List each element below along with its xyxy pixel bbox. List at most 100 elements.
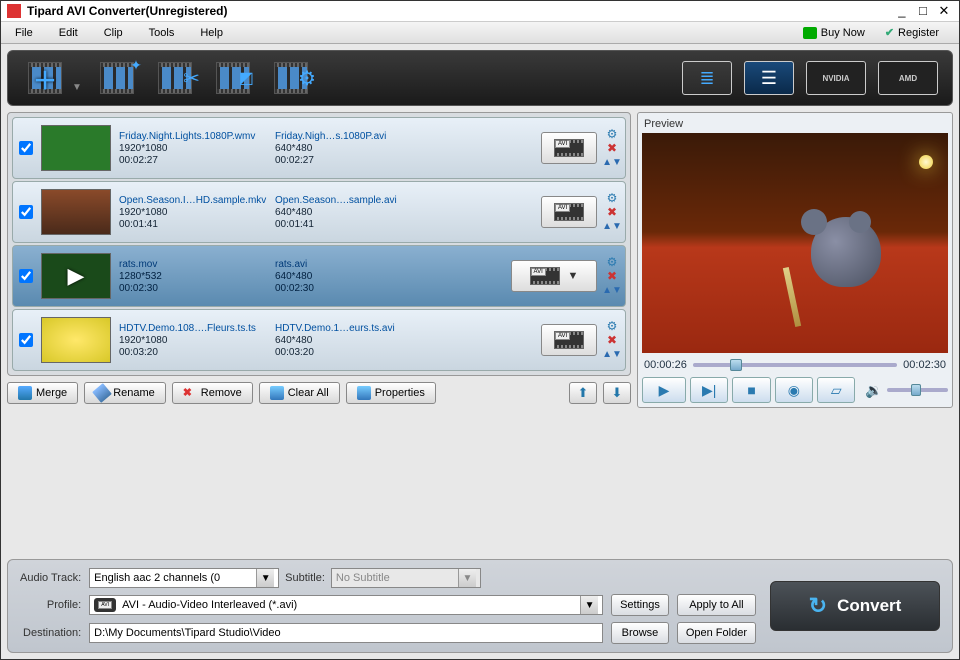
source-resolution: 1920*1080	[119, 143, 267, 154]
move-down-button[interactable]: ⬇	[603, 382, 631, 404]
properties-button[interactable]: Properties	[346, 382, 436, 404]
row-sort-button[interactable]: ▲▼	[605, 155, 619, 169]
output-format-button[interactable]: AVI	[541, 196, 597, 228]
buy-now-label: Buy Now	[821, 27, 865, 39]
output-format-button[interactable]: AVI ▼	[511, 260, 597, 292]
fullscreen-button[interactable]: ▱	[817, 377, 855, 403]
file-row[interactable]: ▶ rats.mov 1280*532 00:02:30 rats.avi 64…	[12, 245, 626, 307]
audio-track-select[interactable]: English aac 2 channels (0 ▼	[89, 568, 279, 588]
file-row[interactable]: Open.Season.I…HD.sample.mkv 1920*1080 00…	[12, 181, 626, 243]
preferences-button[interactable]: ⚙	[268, 59, 314, 97]
file-checkbox[interactable]	[19, 205, 33, 219]
menu-tools[interactable]: Tools	[145, 25, 197, 41]
preview-panel: Preview 00:00:26 00:02:30 ▶ ▶| ■ ◉ ▱ 🔉	[637, 112, 953, 553]
play-overlay-icon: ▶	[68, 263, 85, 289]
rename-button[interactable]: Rename	[84, 382, 166, 404]
merge-button[interactable]: Merge	[7, 382, 78, 404]
source-resolution: 1920*1080	[119, 335, 267, 346]
add-file-dropdown[interactable]: ▼	[72, 82, 82, 93]
output-format-button[interactable]: AVI	[541, 324, 597, 356]
view-detail-button[interactable]: ☰	[744, 61, 794, 95]
source-info: HDTV.Demo.108….Fleurs.ts.ts 1920*1080 00…	[119, 323, 267, 358]
source-filename: Open.Season.I…HD.sample.mkv	[119, 195, 267, 206]
row-sort-button[interactable]: ▲▼	[605, 347, 619, 361]
app-icon	[7, 4, 21, 18]
volume-thumb[interactable]	[911, 384, 921, 396]
x-icon: ✖	[183, 386, 197, 400]
profile-select[interactable]: AVI AVI - Audio-Video Interleaved (*.avi…	[89, 595, 603, 615]
video-area[interactable]	[642, 133, 948, 353]
seek-thumb[interactable]	[730, 359, 742, 371]
output-format-button[interactable]: AVI	[541, 132, 597, 164]
menu-file[interactable]: File	[11, 25, 55, 41]
snapshot-button[interactable]: ◉	[775, 377, 813, 403]
settings-button[interactable]: Settings	[611, 594, 669, 616]
row-delete-button[interactable]: ✖	[605, 205, 619, 219]
clear-all-button[interactable]: Clear All	[259, 382, 340, 404]
file-row[interactable]: Friday.Night.Lights.1080P.wmv 1920*1080 …	[12, 117, 626, 179]
row-delete-button[interactable]: ✖	[605, 333, 619, 347]
effects-button[interactable]: ✦	[94, 59, 140, 97]
app-window: Tipard AVI Converter(Unregistered) _ □ ✕…	[0, 0, 960, 660]
maximize-button[interactable]: □	[914, 3, 932, 18]
window-controls: _ □ ✕	[893, 3, 953, 19]
row-delete-button[interactable]: ✖	[605, 269, 619, 283]
view-list-button[interactable]: ≣	[682, 61, 732, 95]
menu-edit[interactable]: Edit	[55, 25, 100, 41]
row-settings-button[interactable]: ⚙	[605, 319, 619, 333]
convert-label: Convert	[837, 596, 901, 616]
player-controls: ▶ ▶| ■ ◉ ▱ 🔉	[642, 373, 948, 403]
seek-slider[interactable]	[693, 363, 897, 367]
menu-help[interactable]: Help	[196, 25, 245, 41]
move-up-button[interactable]: ⬆	[569, 382, 597, 404]
row-sort-button[interactable]: ▲▼	[605, 219, 619, 233]
file-checkbox[interactable]	[19, 269, 33, 283]
buy-now-link[interactable]: Buy Now	[793, 25, 875, 41]
apply-all-button[interactable]: Apply to All	[677, 594, 756, 616]
merge-icon	[18, 386, 32, 400]
row-settings-button[interactable]: ⚙	[605, 191, 619, 205]
play-button[interactable]: ▶	[642, 377, 686, 403]
row-sort-button[interactable]: ▲▼	[605, 283, 619, 297]
source-info: Friday.Night.Lights.1080P.wmv 1920*1080 …	[119, 131, 267, 166]
trim-button[interactable]: ✂	[152, 59, 198, 97]
file-checkbox[interactable]	[19, 333, 33, 347]
stop-button[interactable]: ■	[732, 377, 770, 403]
file-list: Friday.Night.Lights.1080P.wmv 1920*1080 …	[7, 112, 631, 376]
open-folder-button[interactable]: Open Folder	[677, 622, 756, 644]
time-row: 00:00:26 00:02:30	[642, 353, 948, 373]
remove-button[interactable]: ✖Remove	[172, 382, 253, 404]
step-button[interactable]: ▶|	[690, 377, 728, 403]
add-file-button[interactable]: ＋	[22, 59, 68, 97]
destination-input[interactable]	[89, 623, 603, 643]
row-settings-button[interactable]: ⚙	[605, 127, 619, 141]
source-duration: 00:03:20	[119, 347, 267, 358]
row-settings-button[interactable]: ⚙	[605, 255, 619, 269]
close-button[interactable]: ✕	[935, 3, 953, 19]
register-link[interactable]: ✔ Register	[875, 24, 949, 41]
minimize-button[interactable]: _	[893, 3, 911, 18]
source-resolution: 1920*1080	[119, 207, 267, 218]
cart-icon	[803, 27, 817, 39]
gear-icon: ⚙	[298, 66, 316, 91]
convert-button[interactable]: ↻ Convert	[770, 581, 940, 631]
subtitle-select[interactable]: No Subtitle ▼	[331, 568, 481, 588]
titlebar: Tipard AVI Converter(Unregistered) _ □ ✕	[1, 1, 959, 22]
pencil-icon	[92, 383, 112, 403]
volume-icon[interactable]: 🔉	[865, 382, 882, 399]
row-delete-button[interactable]: ✖	[605, 141, 619, 155]
sparkle-icon: ✦	[130, 57, 142, 74]
current-time: 00:00:26	[644, 359, 687, 371]
file-row[interactable]: HDTV.Demo.108….Fleurs.ts.ts 1920*1080 00…	[12, 309, 626, 371]
browse-button[interactable]: Browse	[611, 622, 669, 644]
menu-clip[interactable]: Clip	[100, 25, 145, 41]
source-duration: 00:01:41	[119, 219, 267, 230]
volume-slider[interactable]	[887, 388, 948, 392]
source-filename: rats.mov	[119, 259, 267, 270]
toolbar: ＋ ▼ ✦ ✂ ◩ ⚙ ≣ ☰ NVIDIA AMD	[7, 50, 953, 106]
crop-button[interactable]: ◩	[210, 59, 256, 97]
file-checkbox[interactable]	[19, 141, 33, 155]
output-duration: 00:01:41	[275, 219, 423, 230]
subtitle-label: Subtitle:	[285, 572, 325, 584]
file-thumbnail	[41, 189, 111, 235]
